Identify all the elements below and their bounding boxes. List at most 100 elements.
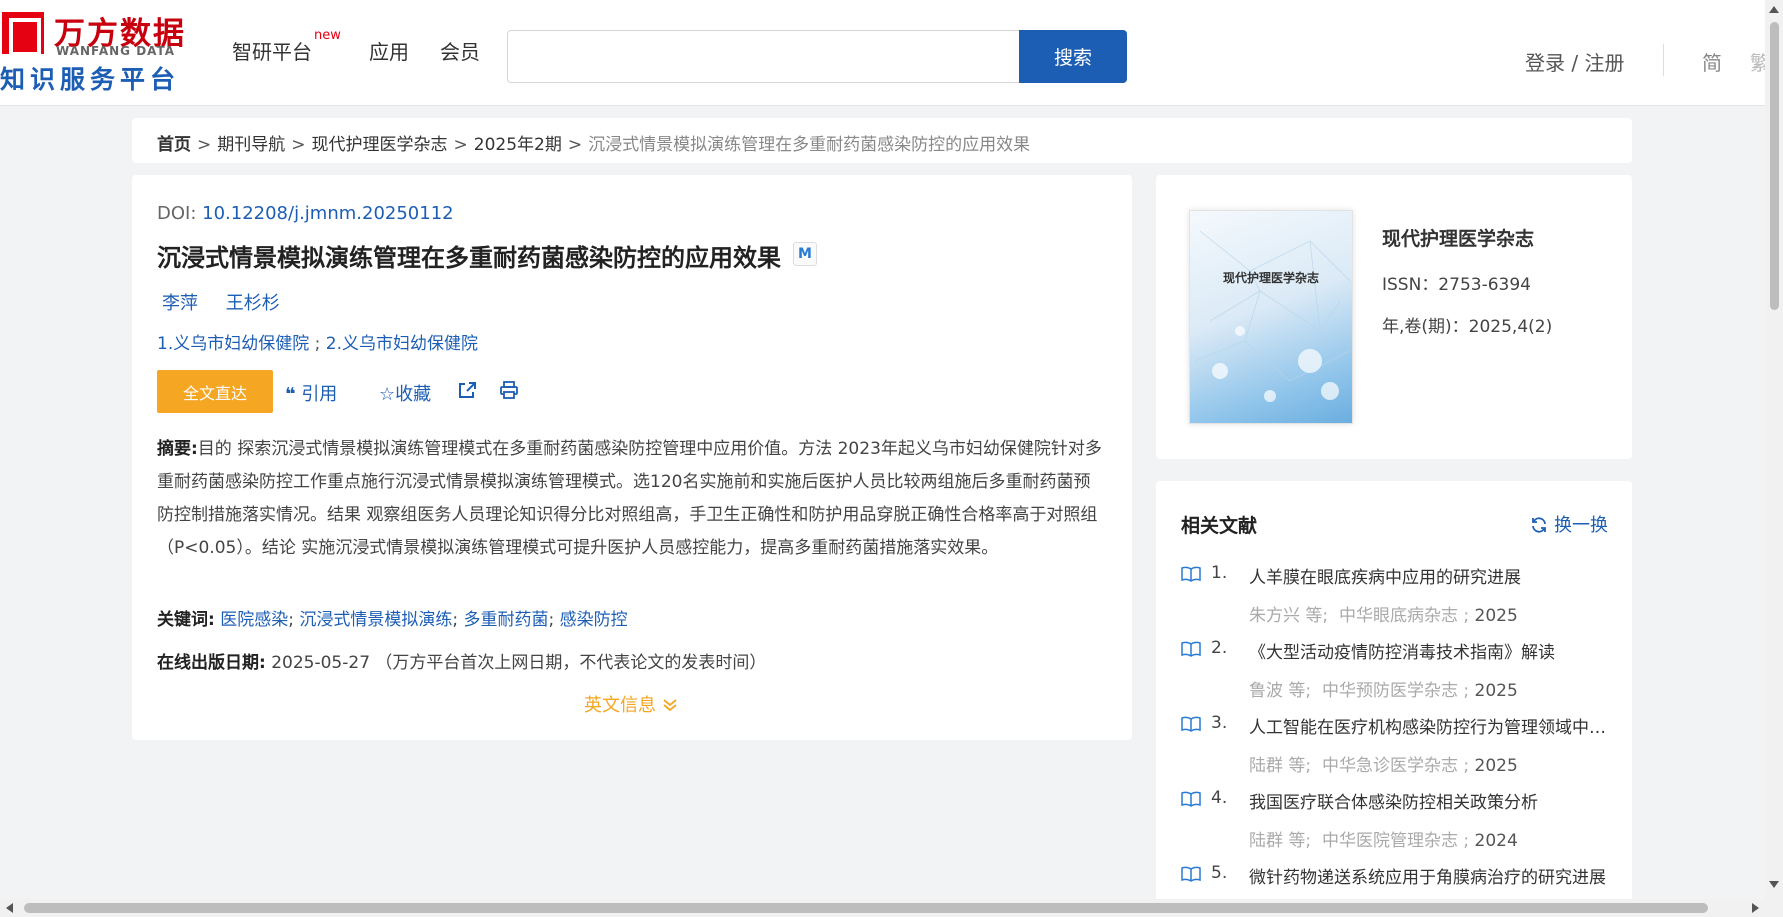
logo-subtitle: 知识服务平台 <box>0 65 181 94</box>
related-author[interactable]: 朱方兴 等; <box>1249 606 1328 626</box>
search-button[interactable]: 搜索 <box>1019 30 1127 83</box>
scroll-up-arrow-icon[interactable] <box>1769 6 1779 13</box>
doi-link[interactable]: 10.12208/j.jmnm.20250112 <box>202 203 454 224</box>
related-author[interactable]: 鲁波 等; <box>1249 681 1311 701</box>
breadcrumb-issue[interactable]: 2025年2期 <box>474 135 562 155</box>
m-badge-icon[interactable]: M <box>793 242 817 266</box>
lang-traditional[interactable]: 繁 <box>1750 47 1765 76</box>
keyword-link[interactable]: 多重耐药菌 <box>464 610 549 630</box>
book-icon <box>1181 866 1201 882</box>
related-title-link[interactable]: 《大型活动疫情防控消毒技术指南》解读 <box>1249 638 1609 663</box>
related-title-link[interactable]: 人工智能在医疗机构感染防控行为管理领域中的应用 <box>1249 713 1609 738</box>
print-button[interactable] <box>499 380 519 402</box>
abstract-text: 目的 探索沉浸式情景模拟演练管理模式在多重耐药菌感染防控管理中应用价值。方法 2… <box>157 439 1102 558</box>
doi-line: DOI: 10.12208/j.jmnm.20250112 <box>157 203 454 224</box>
logo-mark-icon <box>2 12 44 56</box>
journal-volume: 年,卷(期)：2025,4(2) <box>1382 317 1553 337</box>
related-title-link[interactable]: 人羊膜在眼底疾病中应用的研究进展 <box>1249 563 1609 588</box>
pubdate-value: 2025-05-27 <box>271 653 371 673</box>
journal-card: 现代护理医学杂志 现代护理医学杂志 ISSN：2753-6394 年,卷(期)：… <box>1156 175 1632 459</box>
horizontal-scrollbar[interactable] <box>0 899 1783 917</box>
pubdate-note: （万方平台首次上网日期，不代表论文的发表时间） <box>375 653 767 673</box>
english-info-label: 英文信息 <box>584 695 656 716</box>
related-item: 3. 人工智能在医疗机构感染防控行为管理领域中的应用 陆群 等; 中华急诊医学杂… <box>1181 711 1611 786</box>
lang-simplified[interactable]: 简 <box>1702 47 1722 76</box>
related-year: 2025 <box>1474 681 1518 701</box>
breadcrumb-sep: > <box>291 135 306 155</box>
breadcrumb-home[interactable]: 首页 <box>157 135 191 155</box>
nav-item-member[interactable]: 会员 <box>440 36 480 65</box>
abstract-label: 摘要: <box>157 439 198 459</box>
affiliation-link[interactable]: 2.义乌市妇幼保健院 <box>326 334 478 354</box>
refresh-button[interactable]: 换一换 <box>1530 511 1608 537</box>
journal-name[interactable]: 现代护理医学杂志 <box>1382 224 1534 251</box>
affiliation-sep: ; <box>314 334 321 354</box>
journal-cover[interactable]: 现代护理医学杂志 <box>1189 210 1353 424</box>
cite-button[interactable]: ❝ 引用 <box>285 380 337 406</box>
cover-title: 现代护理医学杂志 <box>1222 271 1319 285</box>
scroll-left-arrow-icon[interactable] <box>6 903 13 913</box>
article-title: 沉浸式情景模拟演练管理在多重耐药菌感染防控的应用效果 <box>157 244 781 272</box>
related-meta: 鲁波 等; 中华预防医学杂志 ; 2025 <box>1249 676 1518 701</box>
vertical-scrollbar[interactable] <box>1765 0 1783 900</box>
breadcrumb-journal-nav[interactable]: 期刊导航 <box>217 135 285 155</box>
nav-item-apps[interactable]: 应用 <box>369 36 409 65</box>
double-chevron-down-icon <box>663 699 677 712</box>
related-source[interactable]: 中华急诊医学杂志 ; <box>1322 756 1469 776</box>
publish-date: 在线出版日期: 2025-05-27 （万方平台首次上网日期，不代表论文的发表时… <box>157 648 766 673</box>
related-num: 1. <box>1211 563 1228 583</box>
related-year: 2025 <box>1474 606 1518 626</box>
cite-label: 引用 <box>301 384 338 405</box>
related-source[interactable]: 中华医院管理杂志 ; <box>1322 831 1469 851</box>
keyword-link[interactable]: 沉浸式情景模拟演练 <box>299 610 452 630</box>
refresh-icon <box>1532 517 1546 533</box>
related-author[interactable]: 陆群 等; <box>1249 831 1311 851</box>
nav-label: 智研平台 <box>232 40 312 64</box>
nav-item-zhiyan[interactable]: 智研平台 new <box>232 28 341 65</box>
related-meta: 陆群 等; 中华急诊医学杂志 ; 2025 <box>1249 751 1518 776</box>
quote-icon: ❝ <box>285 384 296 405</box>
book-icon <box>1181 791 1201 807</box>
author-link[interactable]: 王杉杉 <box>226 293 280 314</box>
breadcrumb-journal[interactable]: 现代护理医学杂志 <box>312 135 448 155</box>
keywords-label: 关键词: <box>157 610 215 630</box>
related-title: 相关文献 <box>1181 515 1258 537</box>
vertical-scroll-thumb[interactable] <box>1770 22 1779 310</box>
related-title-link[interactable]: 微针药物递送系统应用于角膜病治疗的研究进展 <box>1249 863 1609 888</box>
scroll-right-arrow-icon[interactable] <box>1752 903 1759 913</box>
horizontal-scroll-thumb[interactable] <box>24 903 1708 913</box>
affiliation-list: 1.义乌市妇幼保健院 ; 2.义乌市妇幼保健院 <box>157 329 478 354</box>
journal-issn: ISSN：2753-6394 <box>1382 275 1531 295</box>
search-input[interactable] <box>516 31 1006 82</box>
keyword-link[interactable]: 感染防控 <box>560 610 628 630</box>
pubdate-label: 在线出版日期: <box>157 653 266 673</box>
logo-en-text: WANFANG DATA <box>56 44 176 58</box>
wanfang-logo[interactable]: 万方数据 WANFANG DATA 知识服务平台 <box>0 8 190 94</box>
related-source[interactable]: 中华眼底病杂志 ; <box>1339 606 1469 626</box>
article-card: DOI: 10.12208/j.jmnm.20250112 沉浸式情景模拟演练管… <box>132 175 1132 740</box>
related-literature: 相关文献 换一换 1. 人羊膜在眼底疾病中应用的研究进展 朱方兴 等; 中华眼底… <box>1156 481 1632 917</box>
related-item: 2. 《大型活动疫情防控消毒技术指南》解读 鲁波 等; 中华预防医学杂志 ; 2… <box>1181 636 1611 711</box>
related-author[interactable]: 陆群 等; <box>1249 756 1311 776</box>
fulltext-button[interactable]: 全文直达 <box>157 370 273 413</box>
top-header: 万方数据 WANFANG DATA 知识服务平台 智研平台 new 应用 会员 … <box>0 0 1765 106</box>
related-source[interactable]: 中华预防医学杂志 ; <box>1322 681 1469 701</box>
book-icon <box>1181 566 1201 582</box>
search-box: 搜索 <box>507 30 1127 83</box>
breadcrumb: 首页 > 期刊导航 > 现代护理医学杂志 >2025年2期 > 沉浸式情景模拟演练管理在多重耐… <box>132 118 1632 163</box>
scroll-down-arrow-icon[interactable] <box>1769 881 1779 888</box>
related-title-link[interactable]: 我国医疗联合体感染防控相关政策分析 <box>1249 788 1609 813</box>
author-link[interactable]: 李萍 <box>162 293 198 314</box>
affiliation-link[interactable]: 1.义乌市妇幼保健院 <box>157 334 309 354</box>
login-register-link[interactable]: 登录 / 注册 <box>1525 47 1624 76</box>
breadcrumb-sep: > <box>453 135 468 155</box>
related-item: 1. 人羊膜在眼底疾病中应用的研究进展 朱方兴 等; 中华眼底病杂志 ; 202… <box>1181 561 1611 636</box>
favorite-button[interactable]: ☆收藏 <box>379 380 431 406</box>
related-meta: 朱方兴 等; 中华眼底病杂志 ; 2025 <box>1249 601 1518 626</box>
related-year: 2025 <box>1474 756 1518 776</box>
keyword-link[interactable]: 医院感染 <box>220 610 288 630</box>
header-divider <box>1663 44 1664 76</box>
share-button[interactable] <box>457 380 477 402</box>
english-info-toggle[interactable]: 英文信息 <box>584 691 678 717</box>
book-icon <box>1181 641 1201 657</box>
